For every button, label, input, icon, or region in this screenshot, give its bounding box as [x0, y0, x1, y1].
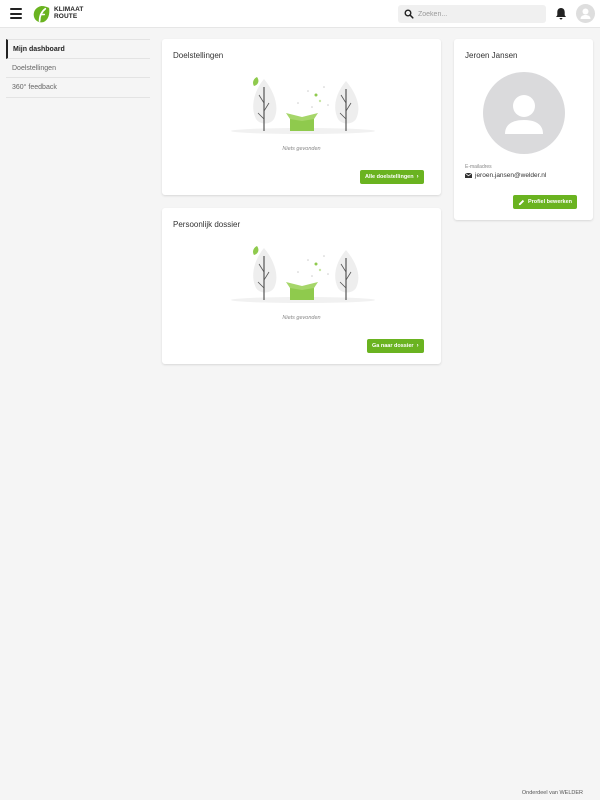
edit-profile-button[interactable]: Profiel bewerken — [513, 195, 578, 209]
user-icon — [505, 95, 543, 134]
sidebar-item-360-feedback[interactable]: 360° feedback — [6, 78, 150, 98]
email-label: E-mailadres — [465, 164, 492, 170]
go-to-dossier-button[interactable]: Ga naar dossier › — [367, 339, 424, 353]
dossier-empty-text: Niets gevonden — [282, 315, 321, 321]
empty-state-illustration — [231, 77, 375, 134]
search-input[interactable] — [418, 7, 538, 21]
footer-text: Onderdeel van WELDER — [521, 790, 583, 796]
search-icon — [404, 9, 414, 19]
go-to-dossier-button-label: Ga naar dossier — [372, 343, 414, 349]
goals-card: Doelstellingen Niets gevonden Alle doels… — [162, 39, 441, 195]
profile-name: Jeroen Jansen — [465, 51, 518, 60]
user-icon — [580, 8, 591, 19]
email-value: jeroen.jansen@welder.nl — [475, 172, 547, 179]
edit-profile-button-label: Profiel bewerken — [528, 199, 573, 205]
logo-line2: ROUTE — [54, 13, 78, 20]
email-row: jeroen.jansen@welder.nl — [465, 172, 546, 179]
all-goals-button-label: Alle doelstellingen — [365, 174, 414, 180]
hamburger-menu-icon[interactable] — [10, 8, 22, 19]
logo[interactable]: KLIMAAT ROUTE — [32, 4, 83, 24]
profile-card: Jeroen Jansen E-mailadres jeroen.jansen@… — [454, 39, 593, 220]
all-goals-button[interactable]: Alle doelstellingen › — [360, 170, 424, 184]
goals-empty-text: Niets gevonden — [282, 146, 321, 152]
empty-state-illustration — [231, 246, 375, 303]
dossier-card: Persoonlijk dossier Niets gevonden Ga na… — [162, 208, 441, 364]
dossier-card-title: Persoonlijk dossier — [173, 220, 241, 229]
sidebar-item-mijn-dashboard[interactable]: Mijn dashboard — [6, 39, 150, 59]
chevron-right-icon: › — [416, 174, 419, 180]
profile-avatar — [483, 72, 565, 154]
sidebar-item-doelstellingen[interactable]: Doelstellingen — [6, 59, 150, 78]
chevron-right-icon: › — [416, 343, 419, 349]
pencil-icon — [518, 199, 525, 205]
search-box[interactable] — [398, 5, 546, 23]
goals-card-title: Doelstellingen — [173, 51, 224, 60]
leaf-logo-icon — [33, 5, 50, 22]
envelope-icon — [465, 173, 472, 178]
logo-text: KLIMAAT ROUTE — [54, 6, 83, 21]
user-avatar[interactable] — [576, 4, 595, 23]
sidebar-nav: Mijn dashboard Doelstellingen 360° feedb… — [6, 39, 150, 98]
top-bar: KLIMAAT ROUTE — [0, 0, 600, 28]
bell-icon[interactable] — [555, 7, 567, 20]
